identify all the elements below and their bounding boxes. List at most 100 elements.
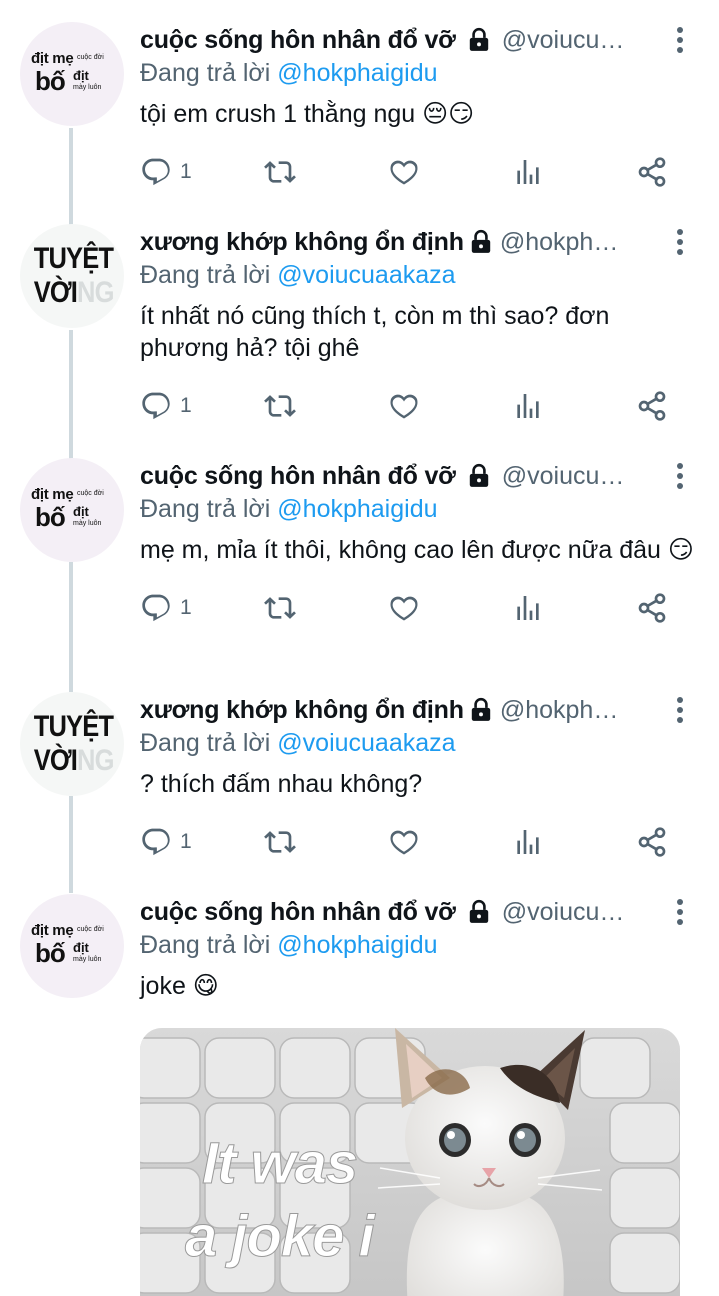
share-icon (638, 593, 666, 623)
heart-icon (390, 160, 418, 185)
avatar-line-faded: NG (77, 276, 114, 309)
views-button[interactable] (512, 152, 544, 192)
avatar-line: TUYỆT (33, 710, 114, 743)
tweet-actions: 1 (140, 386, 700, 426)
retweet-button[interactable] (264, 588, 296, 628)
tweet-media-image[interactable]: It was a joke i (140, 1028, 680, 1296)
avatar[interactable]: TUYỆT VỜING (20, 692, 124, 796)
user-handle[interactable]: @voiucu… (502, 26, 625, 55)
tweet-text: ít nhất nó cũng thích t, còn m thì sao? … (140, 302, 610, 362)
avatar-line: cuộc đời (77, 926, 104, 933)
display-name[interactable]: cuộc sống hôn nhân đổ vỡ (140, 462, 456, 491)
replying-to-label: Đang trả lời (140, 59, 278, 87)
tweet-header: xương khớp không ổn định @hokpha… (140, 224, 700, 260)
avatar-line: cuộc đời (77, 54, 104, 61)
reply-button[interactable]: 1 (140, 588, 192, 628)
avatar[interactable]: TUYỆT VỜING (20, 224, 124, 328)
more-vertical-icon[interactable] (674, 26, 686, 54)
heart-icon (390, 596, 418, 621)
avatar-text: địt mẹ cuộc đời bố địt mày luôn (27, 44, 117, 104)
avatar-line: bố (35, 66, 66, 96)
mention-link[interactable]: @hokphaigidu (277, 59, 437, 87)
thread-line (69, 128, 73, 225)
replying-to: Đang trả lời @hokphaigidu (140, 928, 700, 962)
avatar[interactable]: địt mẹ cuộc đời bố địt mày luôn (20, 894, 124, 998)
like-button[interactable] (388, 588, 420, 628)
avatar-line: VỜING (33, 276, 115, 309)
replying-to: Đang trả lời @voiucuaakaza (140, 726, 700, 760)
share-button[interactable] (636, 822, 668, 862)
analytics-icon (517, 394, 539, 418)
reply-button[interactable]: 1 (140, 386, 192, 426)
tweet-content: cuộc sống hôn nhân đổ vỡ @voiucu… Đang t… (140, 22, 700, 192)
more-vertical-icon[interactable] (674, 462, 686, 490)
tweet-actions: 1 (140, 152, 700, 192)
avatar-line: mày luôn (73, 520, 102, 527)
retweet-icon (264, 831, 296, 853)
user-handle[interactable]: @hokpha… (500, 228, 630, 257)
like-button[interactable] (388, 152, 420, 192)
more-vertical-icon[interactable] (674, 696, 686, 724)
views-button[interactable] (512, 822, 544, 862)
avatar-line-part: VỜI (33, 276, 78, 309)
reply-icon (142, 158, 170, 186)
retweet-button[interactable] (264, 386, 296, 426)
avatar[interactable]: địt mẹ cuộc đời bố địt mày luôn (20, 22, 124, 126)
replying-to-label: Đang trả lời (140, 495, 278, 523)
analytics-icon (517, 596, 539, 620)
more-vertical-icon[interactable] (674, 898, 686, 926)
reply-button[interactable]: 1 (140, 822, 192, 862)
avatar-line-faded: NG (77, 744, 114, 777)
reply-icon (142, 828, 170, 856)
avatar-text: TUYỆT VỜING (27, 244, 117, 308)
reply-count: 1 (180, 830, 192, 853)
avatar-line: địt (73, 68, 89, 83)
tweet-text: mẹ m, mỉa ít thôi, không cao lên được nữ… (140, 536, 694, 564)
reply-icon (142, 594, 170, 622)
replying-to: Đang trả lời @voiucuaakaza (140, 258, 700, 292)
replying-to-label: Đang trả lời (140, 729, 278, 757)
like-button[interactable] (388, 386, 420, 426)
lock-icon (469, 463, 488, 487)
tweet-content: cuộc sống hôn nhân đổ vỡ @voiucu… Đang t… (140, 894, 700, 1002)
heart-icon (390, 830, 418, 855)
user-handle[interactable]: @hokpha… (500, 696, 630, 725)
views-button[interactable] (512, 588, 544, 628)
avatar-text: TUYỆT VỜING (27, 712, 117, 776)
mention-link[interactable]: @hokphaigidu (277, 495, 437, 523)
share-button[interactable] (636, 588, 668, 628)
avatar-line: địt (73, 504, 89, 519)
meme-caption-line2: a joke i (185, 1204, 377, 1269)
views-button[interactable] (512, 386, 544, 426)
display-name[interactable]: cuộc sống hôn nhân đổ vỡ (140, 26, 456, 55)
avatar-line: TUYỆT (33, 242, 114, 275)
avatar-line: địt mẹ (31, 486, 74, 503)
tweet-content: xương khớp không ổn định @hokpha… Đang t… (140, 224, 700, 426)
mention-link[interactable]: @hokphaigidu (277, 931, 437, 959)
tweet-header: xương khớp không ổn định @hokpha… (140, 692, 700, 728)
display-name[interactable]: xương khớp không ổn định (140, 228, 464, 257)
like-button[interactable] (388, 822, 420, 862)
display-name[interactable]: cuộc sống hôn nhân đổ vỡ (140, 898, 456, 927)
tweet-content: cuộc sống hôn nhân đổ vỡ @voiucu… Đang t… (140, 458, 700, 628)
replying-to-label: Đang trả lời (140, 261, 278, 289)
tweet-actions: 1 (140, 822, 700, 862)
more-vertical-icon[interactable] (674, 228, 686, 256)
lock-icon (471, 229, 491, 253)
mention-link[interactable]: @voiucuaakaza (277, 729, 455, 757)
retweet-button[interactable] (264, 152, 296, 192)
user-handle[interactable]: @voiucu… (502, 462, 625, 491)
analytics-icon (517, 830, 539, 854)
reply-thread: địt mẹ cuộc đời bố địt mày luôn cuộc sốn… (0, 0, 719, 1296)
user-handle[interactable]: @voiucu… (502, 898, 625, 927)
reply-count: 1 (180, 394, 192, 417)
mention-link[interactable]: @voiucuaakaza (277, 261, 455, 289)
avatar[interactable]: địt mẹ cuộc đời bố địt mày luôn (20, 458, 124, 562)
display-name[interactable]: xương khớp không ổn định (140, 696, 464, 725)
thread-line (69, 562, 73, 692)
reply-button[interactable]: 1 (140, 152, 192, 192)
share-button[interactable] (636, 386, 668, 426)
retweet-button[interactable] (264, 822, 296, 862)
share-button[interactable] (636, 152, 668, 192)
avatar-line: địt (73, 940, 89, 955)
